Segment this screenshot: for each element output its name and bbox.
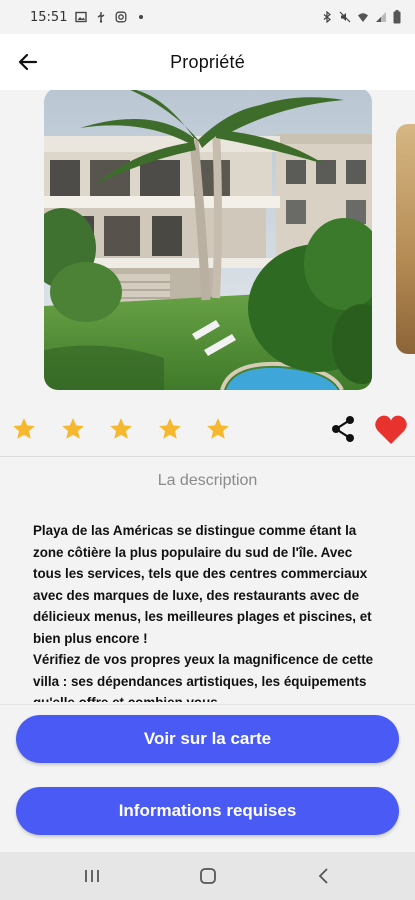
share-icon xyxy=(332,416,354,442)
actions-row xyxy=(0,408,415,452)
villa-image xyxy=(44,90,372,390)
star-icon xyxy=(110,418,132,439)
request-info-button[interactable]: Informations requises xyxy=(16,787,399,835)
back-icon xyxy=(318,868,328,884)
mute-icon xyxy=(339,11,351,23)
image-icon xyxy=(75,11,88,23)
view-on-map-button[interactable]: Voir sur la carte xyxy=(16,715,399,763)
heart-icon xyxy=(375,415,407,444)
description-title: La description xyxy=(157,472,258,489)
star-icon xyxy=(159,418,181,439)
image-carousel[interactable] xyxy=(0,90,415,392)
home-button[interactable] xyxy=(196,864,220,888)
share-button[interactable] xyxy=(328,414,358,444)
star-icon xyxy=(13,418,35,439)
bluetooth-icon xyxy=(323,11,331,23)
system-nav-bar xyxy=(0,852,415,900)
system-back-button[interactable] xyxy=(312,864,336,888)
battery-icon xyxy=(393,10,401,24)
recents-icon xyxy=(85,870,99,882)
star-icon xyxy=(62,418,84,439)
dot-icon xyxy=(139,15,144,19)
app-bar: Propriété xyxy=(0,34,415,90)
back-button[interactable] xyxy=(12,46,44,78)
status-time: 15:51 xyxy=(30,9,68,25)
divider xyxy=(0,456,415,457)
arrow-left-icon xyxy=(18,53,38,71)
property-photo[interactable] xyxy=(44,90,372,390)
star-icon xyxy=(207,418,229,439)
favorite-button[interactable] xyxy=(374,414,408,446)
usb-icon xyxy=(98,12,105,23)
page-title: Propriété xyxy=(170,51,245,72)
description-text: Playa de las Américas se distingue comme… xyxy=(33,523,374,702)
instagram-icon xyxy=(116,11,127,23)
wifi-icon xyxy=(358,13,368,22)
recents-button[interactable] xyxy=(80,864,104,888)
signal-icon xyxy=(376,12,386,22)
home-icon xyxy=(200,868,216,884)
next-photo-preview[interactable] xyxy=(396,124,415,354)
status-bar: 15:51 xyxy=(0,0,415,34)
